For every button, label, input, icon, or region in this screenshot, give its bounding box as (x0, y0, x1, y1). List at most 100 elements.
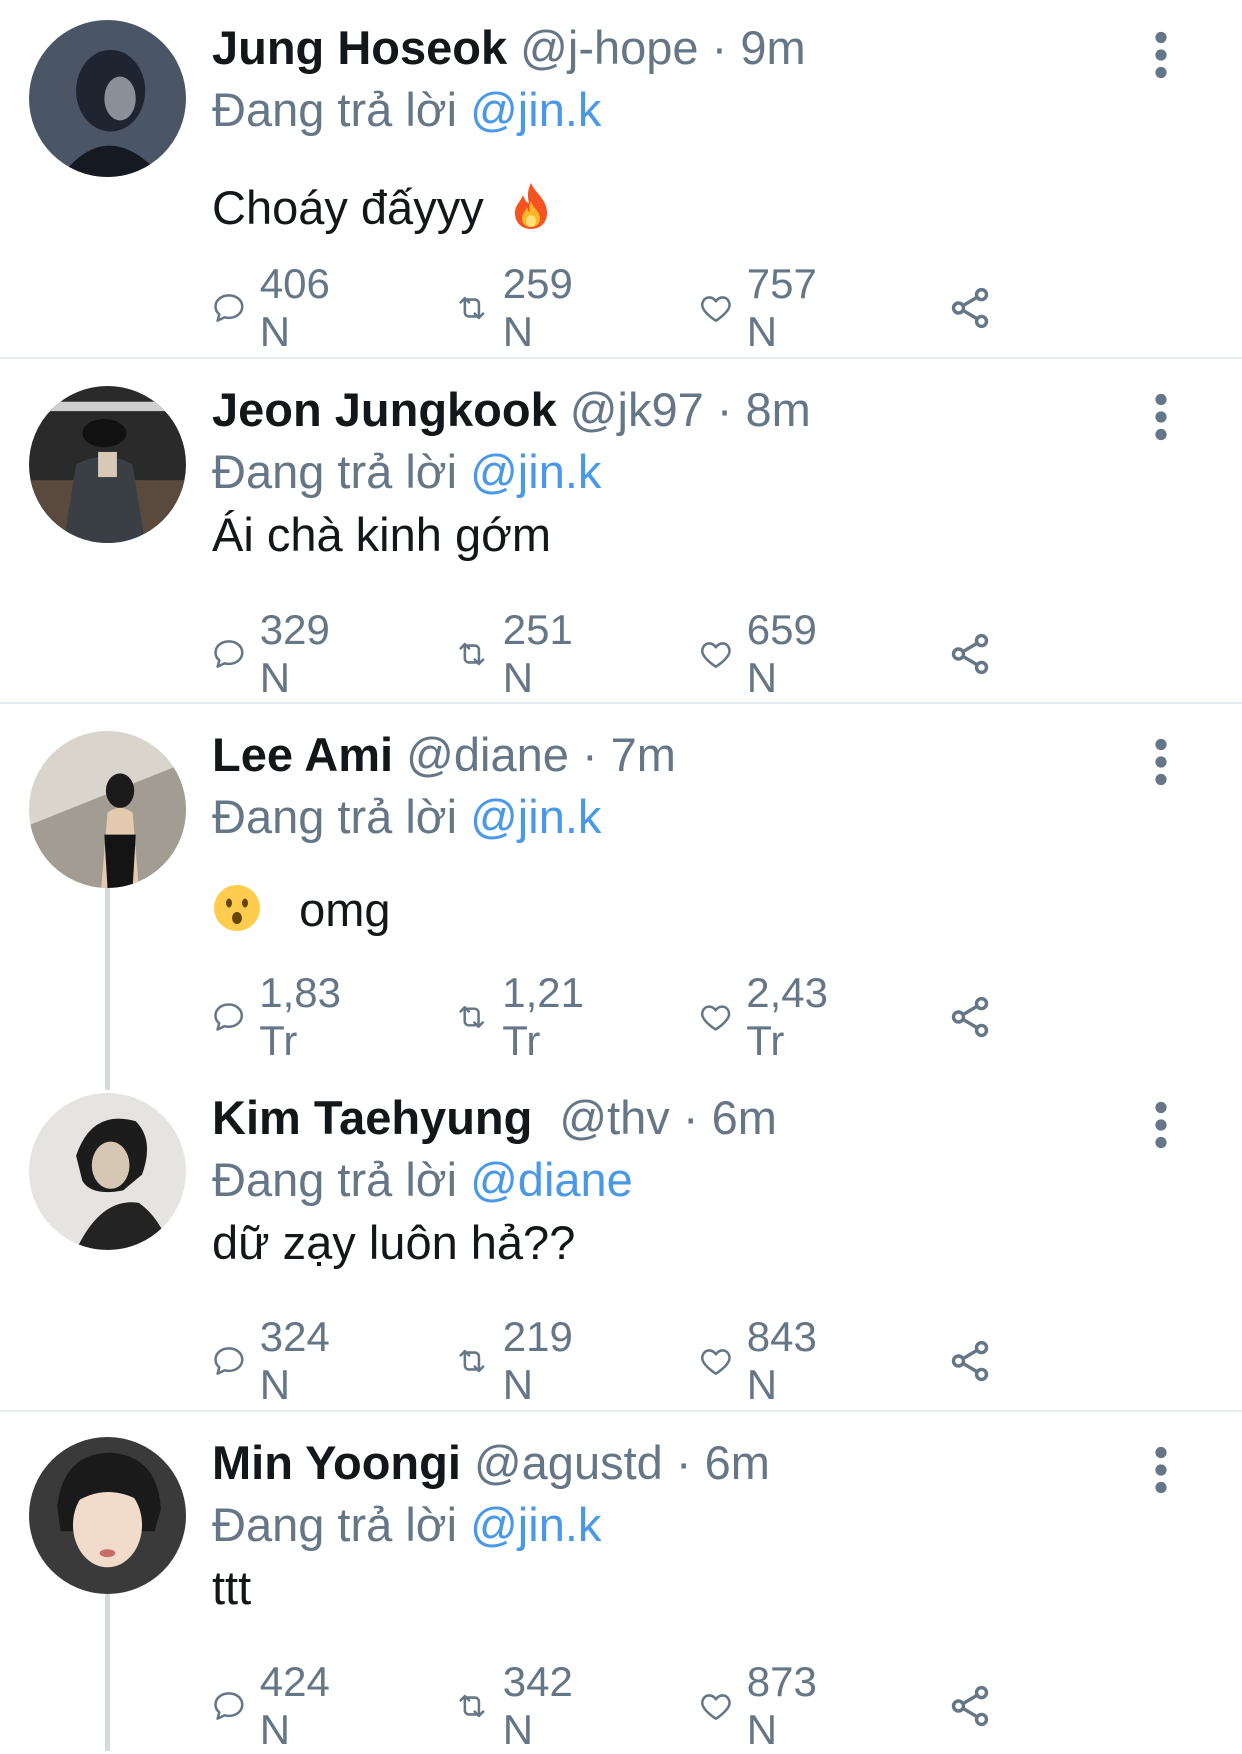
tweet-text-content: ttt (212, 1561, 252, 1614)
replying-to-label: Đang trả lời (212, 1153, 458, 1206)
reply-button[interactable]: 406 N (212, 260, 342, 355)
separator: · (675, 1436, 692, 1489)
replying-to: Đang trả lời @jin.k (212, 444, 601, 500)
reply-count: 424 N (259, 1658, 330, 1753)
author-name[interactable]: Jung Hoseok (212, 21, 507, 74)
replying-to-label: Đang trả lời (212, 83, 458, 136)
like-count: 659 N (746, 606, 817, 701)
fire-emoji-icon (509, 181, 553, 243)
tweet[interactable]: Jung Hoseok @j-hope · 9m Đang trả lời @j… (0, 0, 1242, 360)
like-button[interactable]: 2,43 Tr (699, 969, 841, 1064)
avatar[interactable] (29, 1093, 186, 1250)
retweet-button[interactable]: 342 N (455, 1658, 585, 1753)
tweet-header: Jeon Jungkook @jk97 · 8m (212, 382, 811, 438)
heart-icon (699, 285, 733, 331)
divider (0, 702, 1242, 704)
more-options-icon[interactable] (1146, 30, 1176, 80)
replying-to: Đang trả lời @jin.k (212, 82, 601, 138)
share-icon[interactable] (947, 285, 993, 331)
retweet-button[interactable]: 1,21 Tr (455, 969, 597, 1064)
like-button[interactable]: 757 N (699, 260, 829, 355)
retweet-icon (455, 631, 489, 677)
more-options-icon[interactable] (1146, 392, 1176, 442)
timestamp[interactable]: 6m (712, 1091, 777, 1144)
replying-to-label: Đang trả lời (212, 1498, 458, 1551)
author-handle[interactable]: @j-hope (520, 21, 698, 74)
retweet-count: 342 N (502, 1658, 573, 1753)
tweet-text: Choáy đấyyy (212, 180, 553, 243)
author-name[interactable]: Min Yoongi (212, 1436, 461, 1489)
author-handle[interactable]: @diane (406, 728, 569, 781)
author-handle[interactable]: @jk97 (570, 383, 704, 436)
author-name[interactable]: Kim Taehyung (212, 1091, 532, 1144)
like-button[interactable]: 843 N (699, 1313, 829, 1408)
reply-button[interactable]: 324 N (212, 1313, 342, 1408)
avatar[interactable] (29, 20, 186, 177)
replying-to: Đang trả lời @jin.k (212, 1497, 601, 1553)
replying-to-handle[interactable]: @jin.k (470, 790, 601, 843)
tweet-text: ttt (212, 1560, 251, 1616)
replying-to-handle[interactable]: @jin.k (470, 445, 601, 498)
tweet[interactable]: Min Yoongi @agustd · 6m Đang trả lời @ji… (0, 1415, 1242, 1753)
author-handle[interactable]: @agustd (474, 1436, 663, 1489)
reply-button[interactable]: 424 N (212, 1658, 342, 1753)
tweet[interactable]: Jeon Jungkook @jk97 · 8m Đang trả lời @j… (0, 362, 1242, 702)
timestamp[interactable]: 6m (705, 1436, 770, 1489)
timestamp[interactable]: 8m (746, 383, 811, 436)
reply-icon (212, 1683, 246, 1729)
tweet-header: Jung Hoseok @j-hope · 9m (212, 20, 806, 76)
share-icon[interactable] (947, 1338, 993, 1384)
like-button[interactable]: 873 N (699, 1658, 829, 1753)
tweet-header: Lee Ami @diane · 7m (212, 727, 676, 783)
like-count: 873 N (746, 1658, 817, 1753)
share-icon[interactable] (947, 994, 993, 1040)
timestamp[interactable]: 9m (740, 21, 805, 74)
tweet-text: omg (212, 882, 391, 945)
replying-to-label: Đang trả lời (212, 790, 458, 843)
astonished-face-emoji-icon (212, 883, 262, 945)
replying-to: Đang trả lời @diane (212, 1152, 633, 1208)
tweet-header: Kim Taehyung @thv · 6m (212, 1090, 777, 1146)
more-options-icon[interactable] (1146, 1100, 1176, 1150)
more-options-icon[interactable] (1146, 1445, 1176, 1495)
share-icon[interactable] (947, 1683, 993, 1729)
retweet-icon (455, 1338, 489, 1384)
author-handle[interactable]: @thv (559, 1091, 669, 1144)
retweet-icon (455, 285, 489, 331)
replying-to-handle[interactable]: @diane (470, 1153, 633, 1206)
separator: · (682, 1091, 699, 1144)
reply-count: 329 N (259, 606, 330, 701)
separator: · (581, 728, 598, 781)
replying-to-handle[interactable]: @jin.k (470, 1498, 601, 1551)
reply-button[interactable]: 329 N (212, 606, 342, 701)
avatar[interactable] (29, 386, 186, 543)
timestamp[interactable]: 7m (611, 728, 676, 781)
tweet-text-content: dữ zạy luôn hả?? (212, 1216, 576, 1269)
retweet-icon (455, 994, 488, 1040)
heart-icon (699, 631, 733, 677)
share-icon[interactable] (947, 631, 993, 677)
author-name[interactable]: Lee Ami (212, 728, 393, 781)
tweet-header: Min Yoongi @agustd · 6m (212, 1435, 770, 1491)
tweet-text: dữ zạy luôn hả?? (212, 1215, 575, 1271)
reply-count: 406 N (259, 260, 330, 355)
tweet[interactable]: Kim Taehyung @thv · 6m Đang trả lời @dia… (0, 1070, 1242, 1410)
reply-button[interactable]: 1,83 Tr (212, 969, 354, 1064)
author-name[interactable]: Jeon Jungkook (212, 383, 557, 436)
retweet-button[interactable]: 219 N (455, 1313, 585, 1408)
retweet-count: 219 N (502, 1313, 573, 1408)
reply-icon (212, 994, 245, 1040)
retweet-icon (455, 1683, 489, 1729)
retweet-button[interactable]: 259 N (455, 260, 585, 355)
more-options-icon[interactable] (1146, 737, 1176, 787)
retweet-button[interactable]: 251 N (455, 606, 585, 701)
tweet[interactable]: Lee Ami @diane · 7m Đang trả lời @jin.k … (0, 707, 1242, 1064)
replying-to-handle[interactable]: @jin.k (470, 83, 601, 136)
like-button[interactable]: 659 N (699, 606, 829, 701)
avatar[interactable] (29, 1437, 186, 1594)
heart-icon (699, 994, 732, 1040)
tweet-text-content: Choáy đấyyy (212, 181, 484, 234)
heart-icon (699, 1338, 733, 1384)
avatar[interactable] (29, 731, 186, 888)
retweet-count: 1,21 Tr (502, 969, 584, 1064)
